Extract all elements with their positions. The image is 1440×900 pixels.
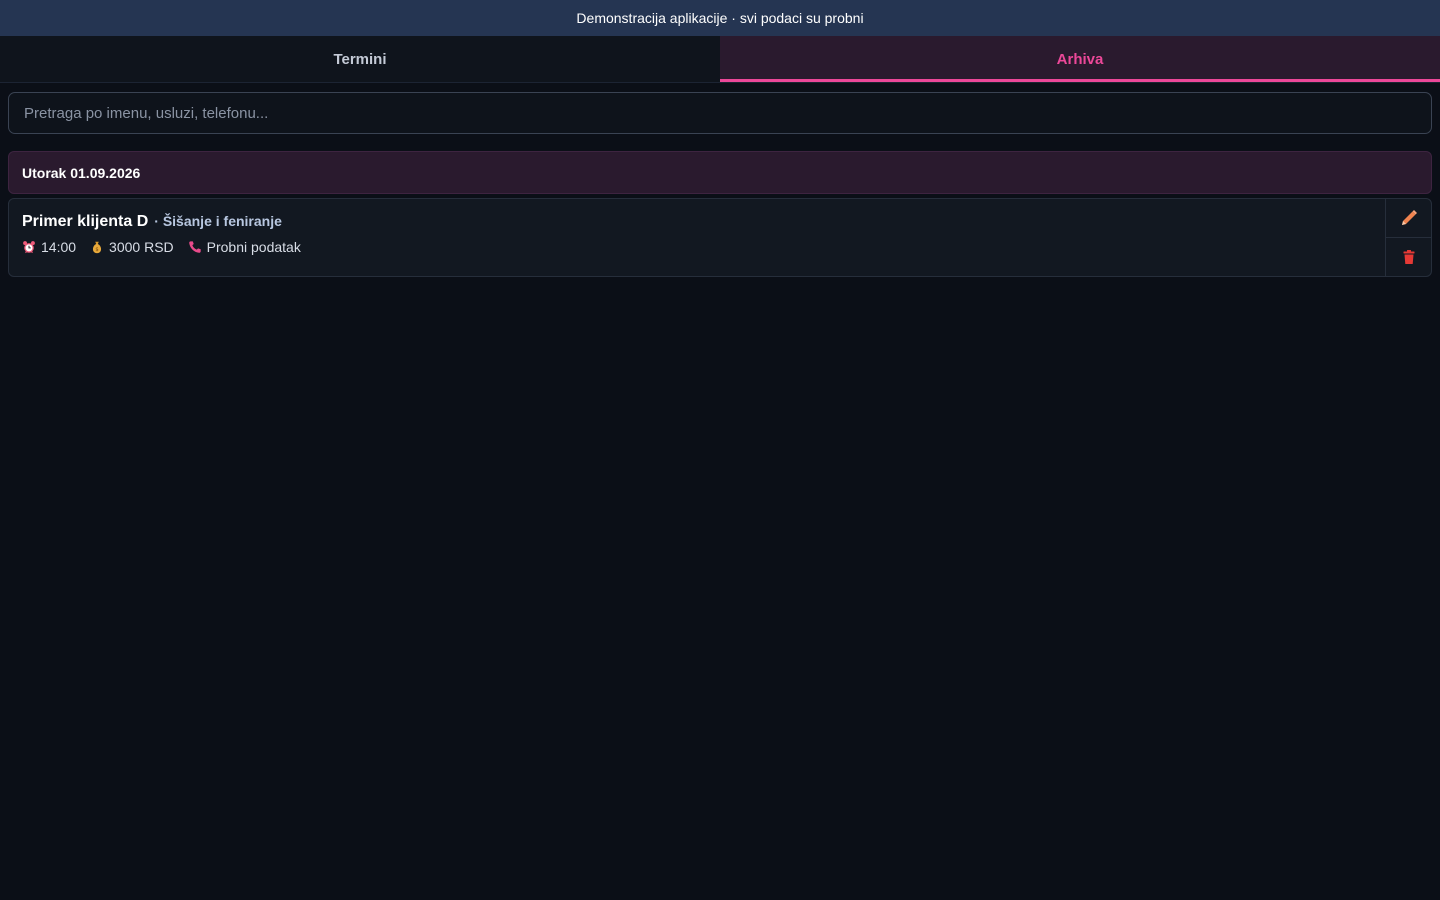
price-text: 3000 RSD — [109, 239, 174, 255]
demo-banner-text: Demonstracija aplikacije · svi podaci su… — [576, 10, 864, 26]
pencil-icon — [1401, 210, 1417, 225]
appointment-title: Primer klijenta D · Šišanje i feniranje — [22, 213, 1372, 231]
phone-text: Probni podatak — [206, 239, 301, 255]
appointment-details: Primer klijenta D · Šišanje i feniranje … — [9, 199, 1385, 276]
tab-arhiva-label: Arhiva — [1056, 50, 1104, 68]
appointment-card: Primer klijenta D · Šišanje i feniranje … — [8, 198, 1432, 277]
appointment-phone: Probni podatak — [188, 239, 301, 255]
tab-bar: Termini Arhiva — [0, 36, 1440, 83]
time-text: 14:00 — [41, 239, 77, 255]
appointment-time: 14:00 — [22, 239, 76, 255]
svg-text:$: $ — [95, 247, 98, 253]
tab-termini-label: Termini — [333, 50, 387, 68]
date-group-header: Utorak 01.09.2026 — [8, 151, 1432, 194]
tab-arhiva[interactable]: Arhiva — [720, 36, 1440, 82]
service-name: · Šišanje i feniranje — [154, 213, 282, 229]
edit-button[interactable] — [1386, 199, 1431, 237]
trash-icon — [1403, 250, 1414, 264]
search-input[interactable] — [8, 92, 1432, 134]
phone-icon — [188, 241, 201, 253]
client-name: Primer klijenta D — [22, 213, 149, 230]
delete-button[interactable] — [1386, 237, 1431, 276]
alarm-clock-icon — [23, 241, 35, 254]
appointment-meta: 14:00 $ 3000 RSD Probni podatak — [22, 239, 1372, 255]
search-container — [0, 83, 1440, 134]
date-label: Utorak 01.09.2026 — [22, 164, 141, 181]
appointment-price: $ 3000 RSD — [90, 239, 174, 255]
money-bag-icon: $ — [92, 241, 102, 254]
tab-termini[interactable]: Termini — [0, 36, 720, 82]
appointment-actions — [1385, 199, 1431, 276]
demo-banner: Demonstracija aplikacije · svi podaci su… — [0, 0, 1440, 36]
